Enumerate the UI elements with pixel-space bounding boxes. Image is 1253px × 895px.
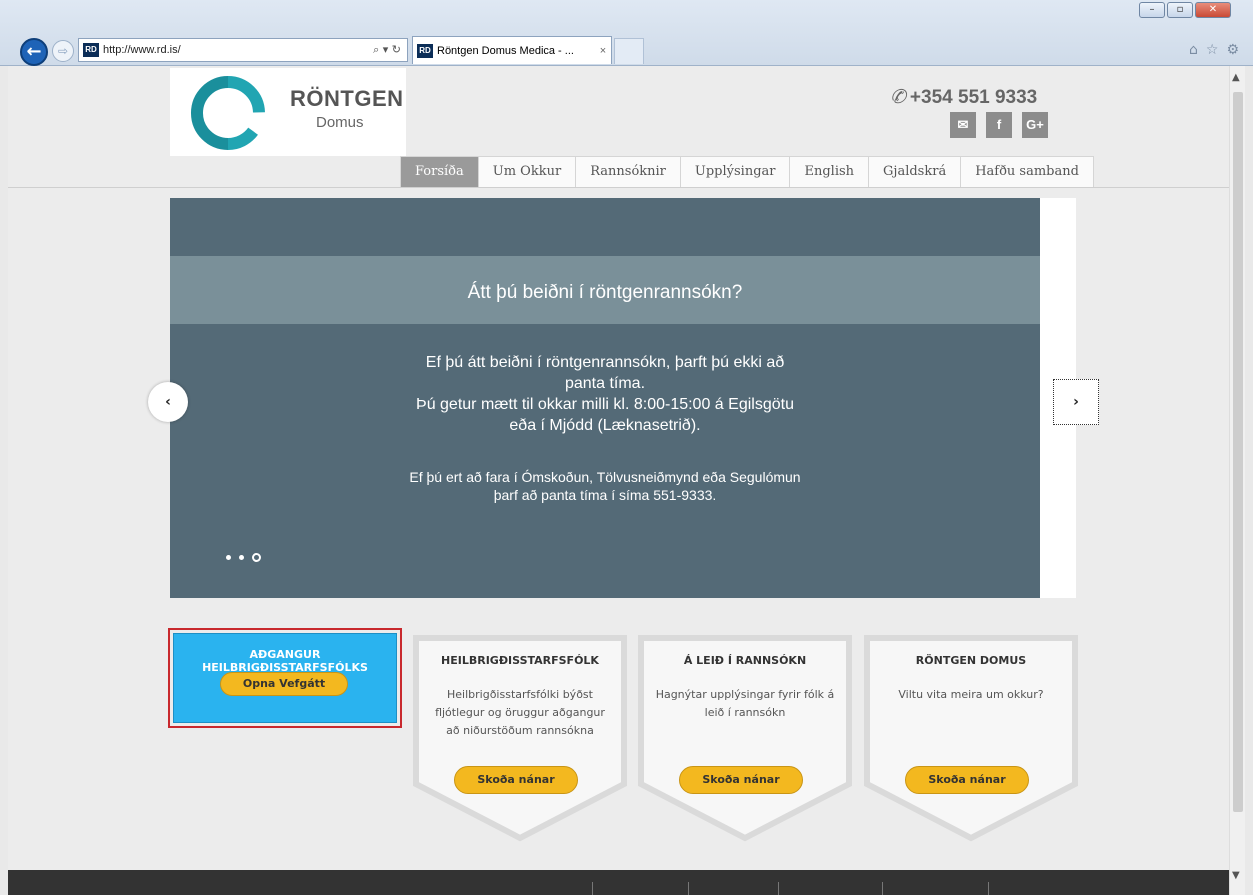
page-scrollbar[interactable]: ▲ ▼: [1229, 66, 1245, 895]
page-viewport: RÖNTGEN Domus ✆ +354 551 9333 ✉ f G+ Fors…: [8, 66, 1230, 895]
header-divider: [8, 187, 1230, 188]
minimize-button[interactable]: –: [1139, 2, 1165, 18]
tab-close-icon[interactable]: ×: [595, 45, 611, 57]
phone-text: +354 551 9333: [909, 87, 1038, 108]
close-window-button[interactable]: ✕: [1195, 2, 1231, 18]
logo-title: RÖNTGEN: [290, 86, 404, 111]
card-more-button[interactable]: Skoða nánar: [905, 766, 1029, 794]
footer-divider: [988, 882, 989, 895]
facebook-icon[interactable]: f: [986, 112, 1012, 138]
email-icon[interactable]: ✉: [950, 112, 976, 138]
slide-body-line: Ef þú átt beiðni í röntgenrannsókn, þarf…: [425, 354, 785, 371]
back-arrow-icon[interactable]: ←: [20, 38, 48, 66]
slider-prev-icon[interactable]: ‹: [148, 382, 188, 422]
card-research: Á LEIÐ Í RANNSÓKN Hagnýtar upplýsingar f…: [637, 634, 853, 842]
phone-icon: ✆: [890, 87, 906, 108]
site-footer: [8, 870, 1230, 895]
menu-item-hafdu-samband[interactable]: Hafðu samband: [961, 157, 1093, 187]
slide-note: Ef þú ert að fara í Ómskoðun, Tölvusneið…: [350, 468, 860, 504]
slider-dot-2[interactable]: [239, 555, 244, 560]
menu-item-upplysingar[interactable]: Upplýsingar: [681, 157, 791, 187]
open-portal-button[interactable]: Opna Vefgátt: [220, 672, 348, 696]
address-bar[interactable]: RD http://www.rd.is/ ⌕ ▾ ↻: [78, 38, 408, 62]
slide-body-line: Þú getur mætt til okkar milli kl. 8:00-1…: [416, 396, 794, 413]
social-links: ✉ f G+: [950, 112, 1048, 138]
card-title: Á LEIÐ Í RANNSÓKN: [683, 654, 807, 667]
card-text: Hagnýtar upplýsingar fyrir fólk á leið í…: [655, 688, 835, 719]
slide-heading: Átt þú beiðni í röntgenrannsókn?: [467, 282, 743, 303]
menu-item-um-okkur[interactable]: Um Okkur: [479, 157, 577, 187]
hero-slider: Átt þú beiðni í röntgenrannsókn? Ef þú á…: [170, 198, 1040, 598]
browser-chrome: – ▫ ✕ ← ⇨ RD http://www.rd.is/ ⌕ ▾ ↻ RD …: [0, 0, 1253, 66]
home-icon[interactable]: ⌂: [1189, 42, 1198, 58]
footer-divider: [882, 882, 883, 895]
slide-body: Ef þú átt beiðni í röntgenrannsókn, þarf…: [380, 352, 830, 436]
new-tab-button[interactable]: [614, 38, 644, 64]
toolbar-icons: ⌂ ☆ ⚙: [1189, 42, 1239, 58]
menu-item-gjaldskra[interactable]: Gjaldskrá: [869, 157, 962, 187]
card-text: Viltu vita meira um okkur?: [898, 688, 1044, 701]
menu-item-english[interactable]: English: [790, 157, 870, 187]
card-text: Heilbrigðisstarfsfólki býðst fljótlegur …: [435, 688, 605, 737]
card-title: HEILBRIGÐISSTARFSFÓLK: [441, 654, 599, 667]
scroll-down-icon[interactable]: ▼: [1232, 870, 1240, 881]
access-title-line: AÐGANGUR: [249, 648, 321, 661]
access-highlight: AÐGANGUR HEILBRIGÐISSTARFSFÓLKS Opna Vef…: [168, 628, 402, 728]
scroll-up-icon[interactable]: ▲: [1232, 72, 1240, 83]
card-healthcare: HEILBRIGÐISSTARFSFÓLK Heilbrigðisstarfsf…: [412, 634, 628, 842]
browser-tab[interactable]: RD Röntgen Domus Medica - ... ×: [412, 36, 612, 64]
main-menu: Forsíða Um Okkur Rannsóknir Upplýsingar …: [400, 156, 1094, 188]
phone-number[interactable]: ✆ +354 551 9333: [890, 86, 1037, 109]
slider-dot-1[interactable]: [226, 555, 231, 560]
slide-body-line: panta tíma.: [564, 375, 646, 392]
tab-favicon-icon: RD: [417, 43, 433, 58]
favorites-star-icon[interactable]: ☆: [1206, 42, 1219, 58]
card-about: RÖNTGEN DOMUS Viltu vita meira um okkur?…: [863, 634, 1079, 842]
scroll-thumb[interactable]: [1233, 92, 1243, 812]
google-plus-icon[interactable]: G+: [1022, 112, 1048, 138]
logo-mark-icon: [191, 76, 265, 150]
access-title: AÐGANGUR HEILBRIGÐISSTARFSFÓLKS: [174, 648, 396, 674]
forward-arrow-icon[interactable]: ⇨: [52, 40, 74, 62]
access-panel: AÐGANGUR HEILBRIGÐISSTARFSFÓLKS Opna Vef…: [173, 633, 397, 723]
window-controls: – ▫ ✕: [1139, 2, 1231, 18]
search-refresh-icon[interactable]: ⌕ ▾ ↻: [373, 43, 407, 57]
logo-subtitle: Domus: [316, 114, 364, 131]
menu-item-forsida[interactable]: Forsíða: [401, 157, 479, 187]
card-more-button[interactable]: Skoða nánar: [454, 766, 578, 794]
slider-dot-3[interactable]: [252, 553, 261, 562]
site-favicon-icon: RD: [83, 43, 99, 57]
footer-divider: [778, 882, 779, 895]
slide-body-line: eða í Mjódd (Læknasetrið).: [509, 417, 701, 434]
site-logo[interactable]: RÖNTGEN Domus: [170, 68, 406, 156]
card-title: RÖNTGEN DOMUS: [915, 654, 1027, 667]
footer-divider: [688, 882, 689, 895]
slider-dots: [226, 553, 261, 562]
url-text[interactable]: http://www.rd.is/: [103, 44, 373, 56]
footer-divider: [592, 882, 593, 895]
settings-gear-icon[interactable]: ⚙: [1226, 42, 1239, 58]
card-more-button[interactable]: Skoða nánar: [679, 766, 803, 794]
slide-note-line: Ef þú ert að fara í Ómskoðun, Tölvusneið…: [409, 469, 801, 485]
maximize-button[interactable]: ▫: [1167, 2, 1193, 18]
slider-next-icon[interactable]: ›: [1053, 379, 1099, 425]
menu-item-rannsoknir[interactable]: Rannsóknir: [576, 157, 681, 187]
slide-note-line: þarf að panta tíma í síma 551-9333.: [493, 487, 717, 503]
tab-title: Röntgen Domus Medica - ...: [437, 44, 574, 57]
